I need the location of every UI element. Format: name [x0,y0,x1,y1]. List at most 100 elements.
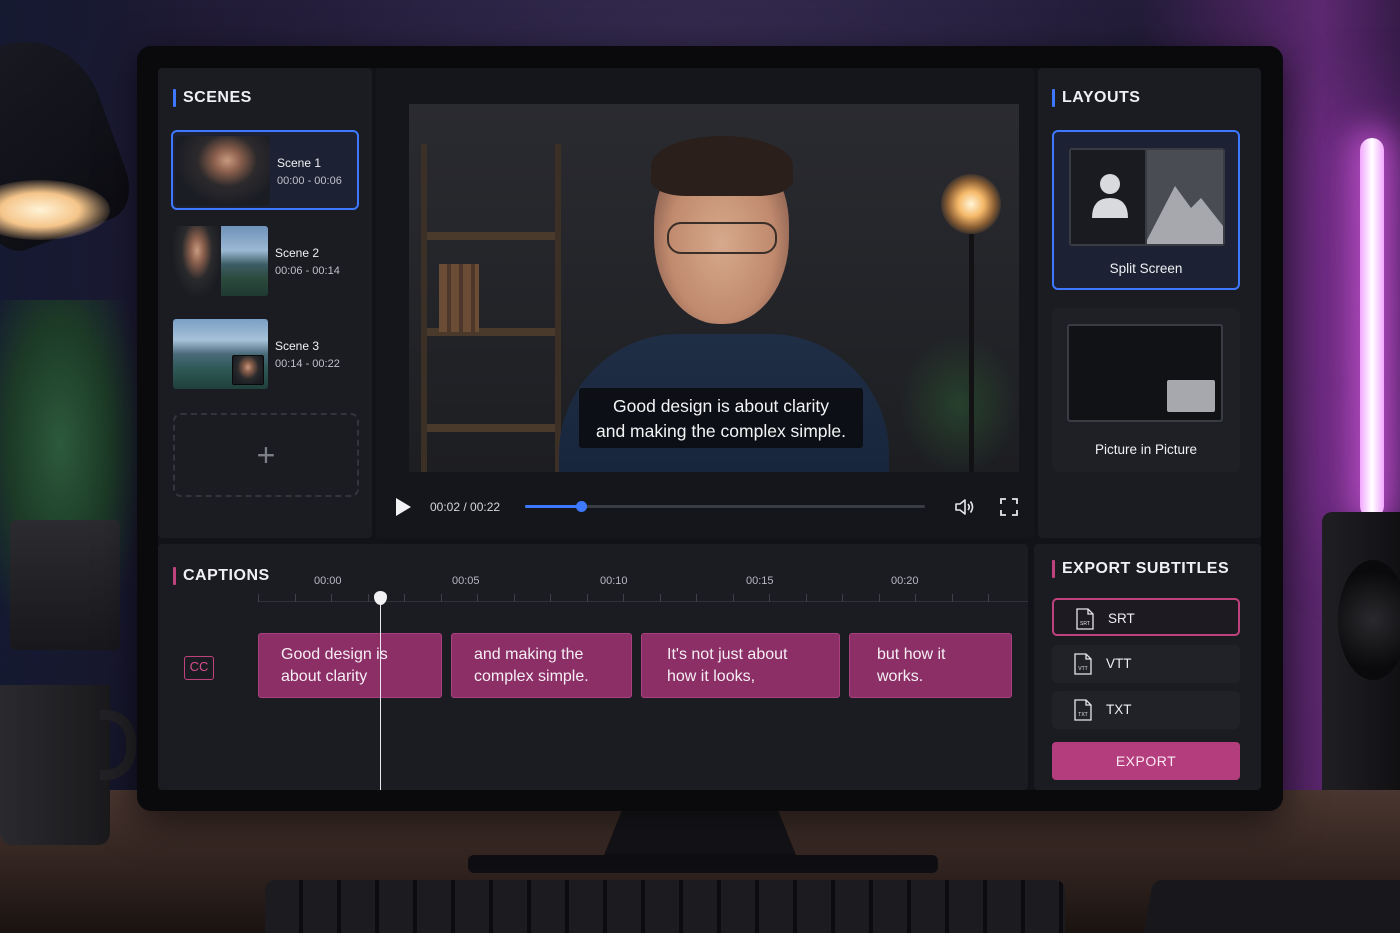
timeline-mark: 00:05 [452,575,480,587]
timeline-tick [878,594,880,602]
caption-block[interactable]: Good design is about clarity [258,633,442,698]
timeline-tick [331,594,332,602]
timeline-tick [367,594,369,602]
export-format-label: VTT [1106,656,1132,671]
timeline-mark: 00:15 [746,575,774,587]
caption-line: It's not just about [667,646,788,663]
timeline-ruler[interactable] [258,601,1028,602]
file-srt-icon: SRT [1076,608,1094,630]
timeline-tick [842,594,843,602]
background-plant [899,334,1019,472]
closed-captions-icon: CC [184,656,214,680]
scene-card-3[interactable]: Scene 3 00:14 - 00:22 [171,315,359,395]
caption-overlay-line-1: Good design is about clarity [613,396,829,416]
timeline-tick [513,594,515,602]
export-format-label: SRT [1108,611,1135,626]
timeline-tick [294,594,296,602]
scene-name: Scene 3 [275,339,320,353]
timeline-tick [769,594,770,602]
volume-icon[interactable] [953,495,977,519]
file-txt-icon: TXT [1074,699,1092,721]
timeline-tick [550,594,551,602]
caption-block[interactable]: but how it works. [849,633,1012,698]
caption-line: complex simple. [474,668,589,685]
caption-line: how it looks, [667,668,756,685]
timeline-tick [404,594,405,602]
export-option-txt[interactable]: TXT TXT [1052,691,1240,729]
speaker-cone [1338,560,1400,680]
split-screen-preview [1069,148,1225,246]
scene-name: Scene 1 [277,156,322,170]
neon-light-bar [1360,138,1384,518]
plus-icon: + [256,437,276,473]
picture-in-picture-preview [1067,324,1223,422]
background-lamp-bulb [941,174,1001,234]
scene-time-range: 00:14 - 00:22 [275,358,340,370]
file-vtt-icon: VTT [1074,653,1092,675]
progress-bar[interactable] [525,501,925,512]
layout-label: Split Screen [1109,261,1183,276]
svg-text:SRT: SRT [1080,621,1090,627]
caption-line: but how it [877,646,946,663]
timeline-tick [951,594,953,602]
play-icon[interactable] [392,496,414,518]
timeline-mark: 00:20 [891,575,919,587]
monitor-stand-base [468,855,938,873]
timeline-tick [988,594,989,602]
scene-thumbnail [175,136,270,206]
export-format-label: TXT [1106,702,1132,717]
timeline-tick [623,594,624,602]
captions-title: CAPTIONS [173,566,270,586]
caption-line: about clarity [281,668,368,685]
timeline-tick [805,594,807,602]
timeline-tick [915,594,916,602]
time-display: 00:02 / 00:22 [430,500,501,514]
scene-thumbnail [173,319,268,389]
timeline-tick [696,594,697,602]
caption-block[interactable]: It's not just about how it looks, [641,633,840,698]
playhead[interactable] [380,598,381,790]
app-window: SCENES Scene 1 00:00 - 00:06 Scene 2 00:… [158,68,1261,790]
scene-card-1[interactable]: Scene 1 00:00 - 00:06 [171,130,359,210]
scenes-title: SCENES [173,88,252,108]
svg-text:TXT: TXT [1078,712,1087,718]
notebook [1142,880,1400,933]
fullscreen-icon[interactable] [997,495,1021,519]
background-lamp-pole [969,234,974,472]
scene-card-2[interactable]: Scene 2 00:06 - 00:14 [171,222,359,302]
export-option-srt[interactable]: SRT SRT [1052,598,1240,636]
export-button[interactable]: EXPORT [1052,742,1240,780]
timeline-tick [732,594,734,602]
caption-line: Good design is [281,646,388,663]
export-option-vtt[interactable]: VTT VTT [1052,645,1240,683]
svg-text:VTT: VTT [1078,666,1087,672]
add-scene-button[interactable]: + [173,413,359,497]
timeline-mark: 00:00 [314,575,342,587]
scene-thumbnail [173,226,268,296]
scene-name: Scene 2 [275,246,320,260]
image-icon [1147,186,1223,244]
layout-split-screen[interactable]: Split Screen [1052,130,1240,290]
coffee-mug [0,685,110,845]
timeline-mark: 00:10 [600,575,628,587]
layout-picture-in-picture[interactable]: Picture in Picture [1052,308,1240,472]
progress-fill [525,505,581,508]
scene-time-range: 00:00 - 00:06 [277,175,342,187]
pip-inset [1167,380,1215,412]
timeline-tick [586,594,588,602]
caption-line: and making the [474,646,584,663]
timeline-tick [440,594,442,602]
caption-overlay-line-2: and making the complex simple. [596,421,846,441]
background-books [439,264,479,332]
timeline-tick [477,594,478,602]
person-icon [1092,174,1128,218]
caption-block[interactable]: and making the complex simple. [451,633,632,698]
video-preview[interactable]: Good design is about clarity and making … [409,104,1019,472]
video-caption-overlay: Good design is about clarity and making … [579,388,863,448]
scenes-panel: SCENES Scene 1 00:00 - 00:06 Scene 2 00:… [158,68,372,538]
timeline-tick [258,594,259,602]
layout-label: Picture in Picture [1094,442,1198,457]
caption-line: works. [877,668,924,685]
plant-pot [10,520,120,650]
progress-handle[interactable] [576,501,587,512]
